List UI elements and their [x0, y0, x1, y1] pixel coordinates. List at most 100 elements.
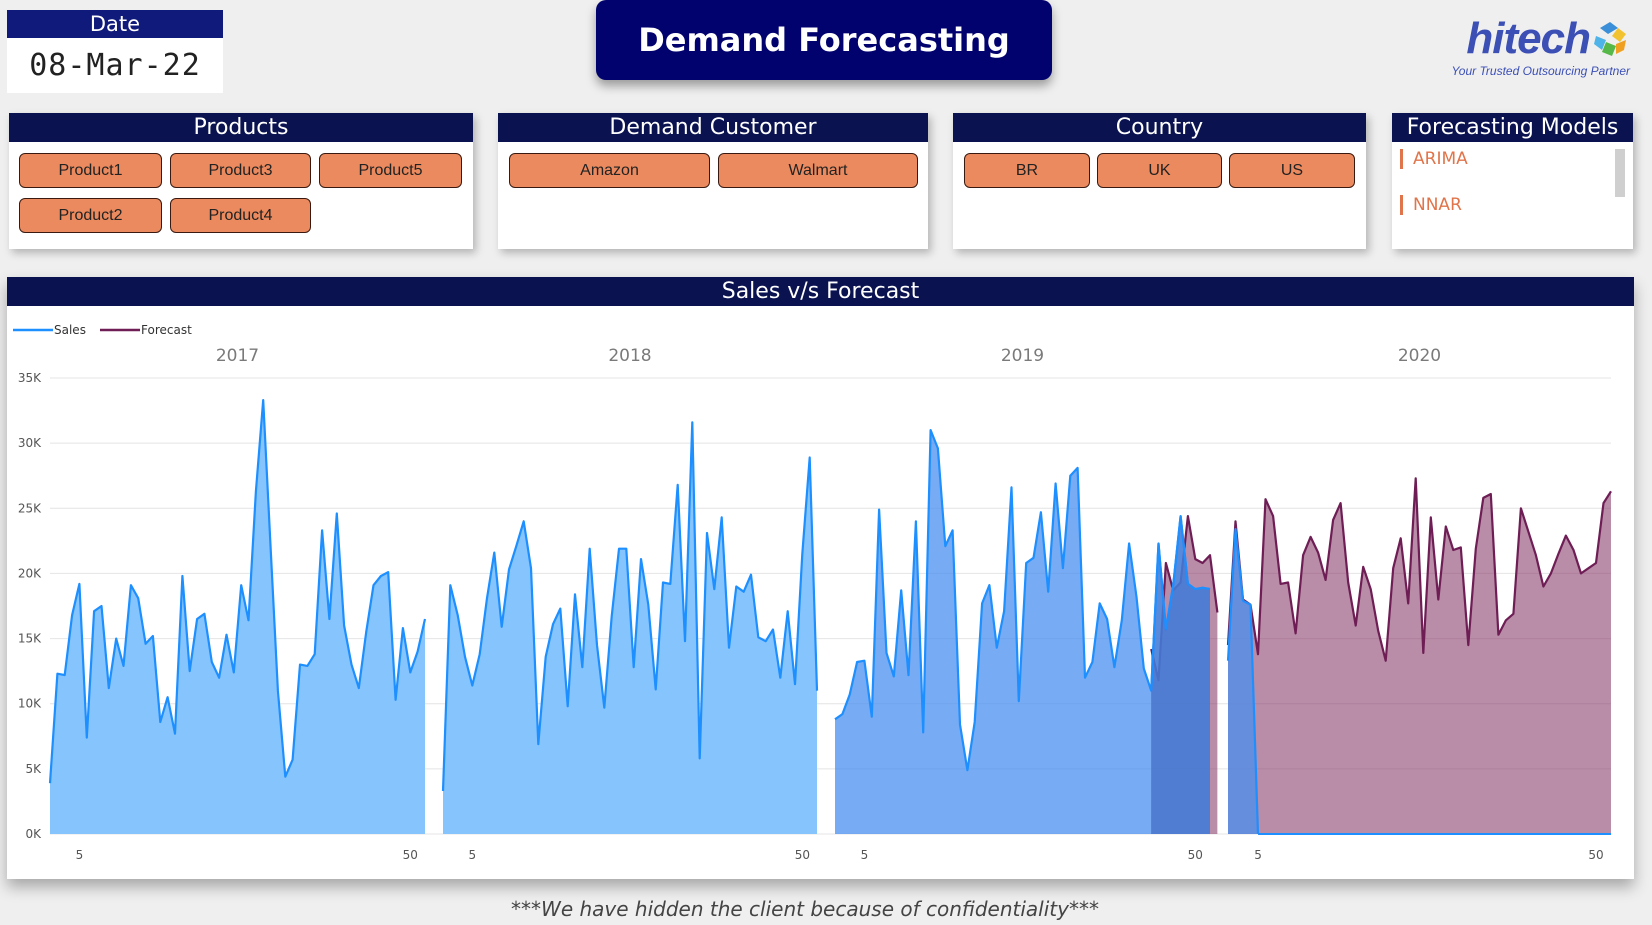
forecast-point[interactable] — [1163, 561, 1168, 566]
forecast-point[interactable] — [1256, 652, 1261, 657]
sales-point[interactable] — [485, 596, 490, 601]
forecast-point[interactable] — [1571, 548, 1576, 553]
forecast-point[interactable] — [1518, 506, 1523, 511]
sales-point[interactable] — [778, 675, 783, 680]
sales-point[interactable] — [143, 641, 148, 646]
forecast-point[interactable] — [1263, 497, 1268, 502]
legend-label-forecast[interactable]: Forecast — [141, 323, 192, 337]
sales-point[interactable] — [690, 420, 695, 425]
forecast-point[interactable] — [1286, 580, 1291, 585]
product-chip[interactable]: Product3 — [170, 153, 311, 188]
forecast-point[interactable] — [1361, 564, 1366, 569]
sales-point[interactable] — [217, 675, 222, 680]
sales-point[interactable] — [807, 455, 812, 460]
sales-point[interactable] — [99, 604, 104, 609]
sales-point[interactable] — [400, 626, 405, 631]
forecast-point[interactable] — [1391, 566, 1396, 571]
forecast-point[interactable] — [1200, 561, 1205, 566]
forecast-point[interactable] — [1233, 519, 1238, 524]
sales-point[interactable] — [84, 735, 89, 740]
sales-point[interactable] — [283, 774, 288, 779]
sales-point[interactable] — [463, 654, 468, 659]
forecast-point[interactable] — [1301, 553, 1306, 558]
sales-point[interactable] — [1127, 541, 1132, 546]
forecast-point[interactable] — [1556, 551, 1561, 556]
sales-point[interactable] — [106, 686, 111, 691]
forecast-point[interactable] — [1503, 618, 1508, 623]
product-chip[interactable]: Product5 — [319, 153, 462, 188]
sales-point[interactable] — [48, 781, 53, 786]
sales-point[interactable] — [239, 583, 244, 588]
forecast-point[interactable] — [1541, 584, 1546, 589]
forecast-point[interactable] — [1316, 550, 1321, 555]
sales-point[interactable] — [624, 546, 629, 551]
sales-point[interactable] — [180, 574, 185, 579]
forecast-point[interactable] — [1594, 561, 1599, 566]
sales-point[interactable] — [921, 730, 926, 735]
sales-point[interactable] — [719, 515, 724, 520]
sales-point[interactable] — [617, 546, 622, 551]
sales-point[interactable] — [470, 683, 475, 688]
sales-point[interactable] — [441, 789, 446, 794]
country-chip[interactable]: US — [1229, 153, 1355, 188]
country-chip[interactable]: BR — [964, 153, 1090, 188]
sales-point[interactable] — [1226, 658, 1231, 663]
sales-point[interactable] — [158, 720, 163, 725]
sales-point[interactable] — [855, 660, 860, 665]
sales-point[interactable] — [661, 580, 666, 585]
sales-point[interactable] — [756, 635, 761, 640]
sales-point[interactable] — [261, 398, 266, 403]
sales-point[interactable] — [356, 686, 361, 691]
forecast-point[interactable] — [1548, 571, 1553, 576]
sales-point[interactable] — [521, 519, 526, 524]
forecast-point[interactable] — [1526, 529, 1531, 534]
forecast-point[interactable] — [1609, 489, 1614, 494]
sales-point[interactable] — [653, 687, 658, 692]
model-option-nnar[interactable]: NNAR — [1400, 195, 1462, 215]
sales-point[interactable] — [349, 662, 354, 667]
sales-point[interactable] — [202, 611, 207, 616]
sales-point[interactable] — [415, 649, 420, 654]
sales-point[interactable] — [408, 670, 413, 675]
sales-point[interactable] — [994, 645, 999, 650]
sales-point[interactable] — [950, 528, 955, 533]
sales-point[interactable] — [492, 550, 497, 555]
sales-point[interactable] — [1097, 601, 1102, 606]
models-scrollbar[interactable] — [1615, 149, 1625, 197]
sales-point[interactable] — [1112, 665, 1117, 670]
forecast-point[interactable] — [1481, 495, 1486, 500]
sales-point[interactable] — [958, 722, 963, 727]
sales-point[interactable] — [448, 583, 453, 588]
sales-point[interactable] — [1134, 594, 1139, 599]
sales-point[interactable] — [1060, 566, 1065, 571]
forecast-point[interactable] — [1488, 492, 1493, 497]
sales-point[interactable] — [268, 545, 273, 550]
sales-point[interactable] — [1075, 465, 1080, 470]
sales-point[interactable] — [224, 632, 229, 637]
sales-point[interactable] — [565, 704, 570, 709]
sales-point[interactable] — [1119, 618, 1124, 623]
sales-point[interactable] — [209, 660, 214, 665]
sales-point[interactable] — [136, 596, 141, 601]
sales-point[interactable] — [386, 570, 391, 575]
sales-point[interactable] — [869, 714, 874, 719]
forecast-point[interactable] — [1278, 581, 1283, 586]
sales-point[interactable] — [231, 670, 236, 675]
sales-point[interactable] — [477, 652, 482, 657]
sales-point[interactable] — [705, 531, 710, 536]
sales-point[interactable] — [507, 567, 512, 572]
sales-point[interactable] — [165, 695, 170, 700]
sales-point[interactable] — [298, 662, 303, 667]
sales-point[interactable] — [342, 623, 347, 628]
sales-point[interactable] — [771, 627, 776, 632]
sales-point[interactable] — [734, 584, 739, 589]
sales-point[interactable] — [580, 665, 585, 670]
forecast-point[interactable] — [1398, 536, 1403, 541]
sales-point[interactable] — [891, 674, 896, 679]
sales-point[interactable] — [609, 614, 614, 619]
product-chip[interactable]: Product1 — [19, 153, 162, 188]
sales-point[interactable] — [455, 613, 460, 618]
country-chip[interactable]: UK — [1097, 153, 1222, 188]
forecast-point[interactable] — [1208, 553, 1213, 558]
sales-point[interactable] — [1053, 481, 1058, 486]
